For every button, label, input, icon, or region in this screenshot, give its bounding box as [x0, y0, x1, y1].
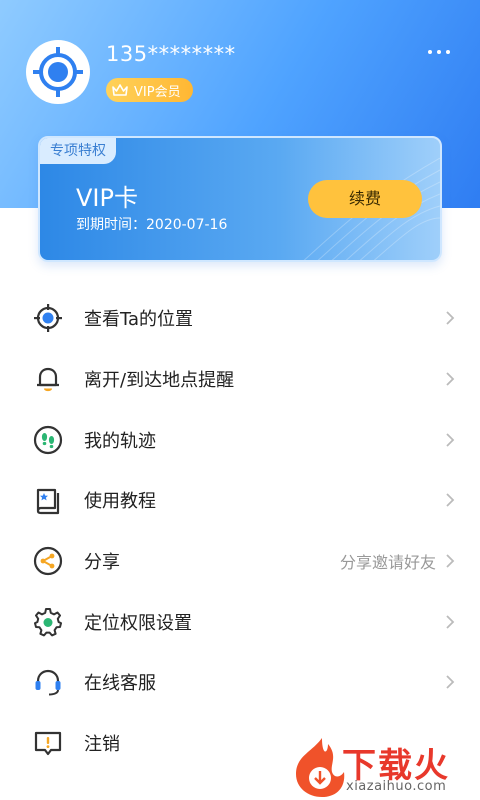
avatar[interactable]	[26, 40, 90, 104]
chevron-right-icon	[446, 615, 455, 629]
chevron-right-icon	[446, 493, 455, 508]
menu-item-label: 注销	[84, 734, 120, 756]
menu-item-online-service[interactable]: 在线客服	[0, 652, 480, 713]
vip-card: 专项特权 VIP卡 到期时间：2020-07-16 续费	[38, 136, 442, 262]
menu-item-label: 分享	[84, 552, 120, 574]
menu-item-my-track[interactable]: 我的轨迹	[0, 409, 480, 470]
share-icon	[33, 546, 63, 576]
share-invite-hint: 分享邀请好友	[339, 553, 436, 573]
menu-list: 查看Ta的位置 离开/到达地点提醒 我的轨迹 使用教程 分享 分享邀请好友 定位…	[0, 288, 480, 774]
chevron-right-icon	[446, 372, 455, 386]
location-target-icon	[34, 304, 62, 333]
card-tag: 专项特权	[40, 138, 116, 164]
more-options-icon[interactable]	[428, 50, 450, 54]
footprints-icon	[33, 425, 63, 454]
vip-badge-label: VIP会员	[134, 84, 181, 100]
crown-icon	[112, 84, 128, 96]
chevron-right-icon	[446, 311, 455, 325]
menu-item-location-permission[interactable]: 定位权限设置	[0, 591, 480, 652]
location-target-avatar-icon	[33, 47, 83, 97]
menu-item-tutorial[interactable]: 使用教程	[0, 470, 480, 531]
renew-button[interactable]: 续费	[308, 180, 422, 218]
chevron-right-icon	[446, 554, 455, 568]
menu-item-label: 查看Ta的位置	[84, 309, 194, 331]
gear-icon	[34, 607, 62, 637]
menu-item-label: 离开/到达地点提醒	[84, 370, 235, 392]
menu-item-label: 在线客服	[84, 673, 156, 695]
chevron-right-icon	[446, 675, 455, 690]
alert-chat-icon	[34, 732, 62, 756]
watermark-url: xiazaihuo.com	[346, 779, 447, 794]
menu-item-label: 我的轨迹	[84, 430, 156, 452]
card-title: VIP卡	[76, 184, 138, 212]
menu-item-share[interactable]: 分享 分享邀请好友	[0, 531, 480, 592]
menu-item-label: 定位权限设置	[84, 612, 192, 634]
menu-item-label: 使用教程	[84, 491, 156, 513]
menu-item-arrival-reminder[interactable]: 离开/到达地点提醒	[0, 349, 480, 410]
bell-icon	[37, 367, 59, 392]
vip-member-badge[interactable]: VIP会员	[106, 78, 193, 102]
user-phone: 135********	[106, 42, 236, 66]
book-icon	[36, 489, 60, 515]
headset-icon	[35, 670, 61, 696]
menu-item-view-location[interactable]: 查看Ta的位置	[0, 288, 480, 349]
chevron-right-icon	[446, 433, 455, 447]
card-expiry-date: 到期时间：2020-07-16	[76, 217, 228, 233]
